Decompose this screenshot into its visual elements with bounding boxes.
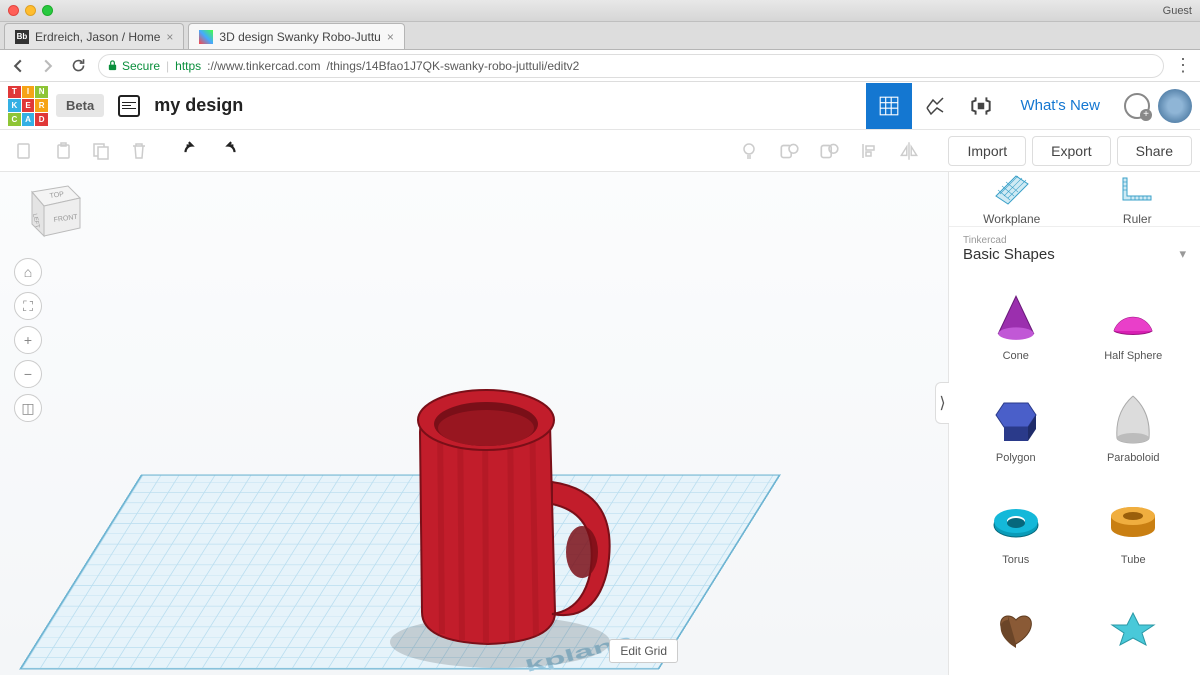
- align-button[interactable]: [852, 134, 886, 168]
- shape-label: Half Sphere: [1104, 350, 1162, 362]
- window-zoom-button[interactable]: [42, 5, 53, 16]
- shape-label: Paraboloid: [1107, 452, 1160, 464]
- duplicate-button[interactable]: [84, 134, 118, 168]
- shape-polygon[interactable]: Polygon: [959, 379, 1073, 477]
- profile-icon[interactable]: [1124, 93, 1150, 119]
- back-button[interactable]: [8, 56, 28, 76]
- app-header: TIN KER CAD Beta my design What's New: [0, 82, 1200, 130]
- redo-button[interactable]: [212, 134, 246, 168]
- 3d-editor-mode-button[interactable]: [866, 83, 912, 129]
- url-path: /things/14Bfao1J7QK-swanky-robo-juttuli/…: [327, 59, 580, 73]
- browser-menu-icon[interactable]: ⋮: [1174, 55, 1192, 76]
- workplane-tool-label: Workplane: [983, 212, 1040, 226]
- shape-tube[interactable]: Tube: [1077, 481, 1191, 579]
- shape-label: Cone: [1003, 350, 1029, 362]
- shape-cone[interactable]: Cone: [959, 277, 1073, 375]
- shape-category-selector[interactable]: Tinkercad Basic Shapes ▾: [949, 226, 1200, 271]
- export-button[interactable]: Export: [1032, 136, 1110, 166]
- browser-tab[interactable]: Bb Erdreich, Jason / Home ×: [4, 23, 184, 49]
- main-area: TOP LEFT FRONT ⌂ ⛶ + − ◫ kplane: [0, 172, 1200, 675]
- shape-label: Polygon: [996, 452, 1036, 464]
- browser-tabstrip: Bb Erdreich, Jason / Home × 3D design Sw…: [0, 22, 1200, 50]
- panel-collapse-handle[interactable]: ⟩: [935, 382, 949, 424]
- workplane-tool[interactable]: Workplane: [949, 172, 1075, 226]
- hint-bulb-icon[interactable]: [732, 134, 766, 168]
- zoom-in-button[interactable]: +: [14, 326, 42, 354]
- chevron-down-icon: ▾: [1179, 246, 1186, 262]
- favicon-tinkercad-icon: [199, 30, 213, 44]
- design-name[interactable]: my design: [154, 95, 243, 116]
- view-controls: ⌂ ⛶ + − ◫: [14, 258, 42, 422]
- import-button[interactable]: Import: [948, 136, 1026, 166]
- secure-lock-icon: Secure: [107, 59, 160, 73]
- 3d-canvas[interactable]: TOP LEFT FRONT ⌂ ⛶ + − ◫ kplane: [0, 172, 948, 675]
- reload-button[interactable]: [68, 56, 88, 76]
- shape-label: Torus: [1002, 554, 1029, 566]
- browser-navbar: Secure | https://www.tinkercad.com/thing…: [0, 50, 1200, 82]
- view-cube[interactable]: TOP LEFT FRONT: [14, 180, 84, 240]
- favicon-bb-icon: Bb: [15, 30, 29, 44]
- shape-paraboloid[interactable]: Paraboloid: [1077, 379, 1191, 477]
- ortho-toggle-button[interactable]: ◫: [14, 394, 42, 422]
- edit-toolbar: Import Export Share: [0, 130, 1200, 172]
- os-user-label: Guest: [1163, 5, 1192, 17]
- window-minimize-button[interactable]: [25, 5, 36, 16]
- undo-button[interactable]: [174, 134, 208, 168]
- code-mode-button[interactable]: [958, 83, 1004, 129]
- zoom-out-button[interactable]: −: [14, 360, 42, 388]
- os-titlebar: Guest: [0, 0, 1200, 22]
- mirror-button[interactable]: [892, 134, 926, 168]
- shape-category-label: Basic Shapes: [963, 246, 1055, 263]
- shape-label: Tube: [1121, 554, 1146, 566]
- url-bar[interactable]: Secure | https://www.tinkercad.com/thing…: [98, 54, 1164, 78]
- panel-brand: Tinkercad: [963, 235, 1186, 246]
- tab-close-icon[interactable]: ×: [387, 30, 394, 44]
- whats-new-link[interactable]: What's New: [1004, 97, 1116, 114]
- window-close-button[interactable]: [8, 5, 19, 16]
- shape-torus[interactable]: Torus: [959, 481, 1073, 579]
- delete-button[interactable]: [122, 134, 156, 168]
- model-mug[interactable]: [360, 342, 640, 672]
- user-avatar[interactable]: [1158, 89, 1192, 123]
- tinkercad-logo-icon[interactable]: TIN KER CAD: [8, 86, 48, 126]
- paste-button[interactable]: [46, 134, 80, 168]
- url-host: ://www.tinkercad.com: [207, 59, 320, 73]
- ungroup-button[interactable]: [812, 134, 846, 168]
- copy-button[interactable]: [8, 134, 42, 168]
- shapes-panel: ⟩ Workplane Ruler Tinkercad Basic Shapes…: [948, 172, 1200, 675]
- ruler-tool-label: Ruler: [1123, 212, 1152, 226]
- tab-label: Erdreich, Jason / Home: [35, 30, 160, 44]
- secure-label: Secure: [122, 59, 160, 73]
- url-scheme: https: [175, 59, 201, 73]
- beta-badge: Beta: [56, 94, 104, 117]
- shape-star[interactable]: [1077, 583, 1191, 681]
- shape-heart[interactable]: [959, 583, 1073, 681]
- shape-grid: Cone Half Sphere Polygon Paraboloid Toru…: [949, 271, 1200, 687]
- home-view-button[interactable]: ⌂: [14, 258, 42, 286]
- blocks-mode-button[interactable]: [912, 83, 958, 129]
- group-button[interactable]: [772, 134, 806, 168]
- forward-button[interactable]: [38, 56, 58, 76]
- shape-half-sphere[interactable]: Half Sphere: [1077, 277, 1191, 375]
- design-properties-icon[interactable]: [118, 95, 140, 117]
- edit-grid-button[interactable]: Edit Grid: [609, 639, 678, 663]
- tab-label: 3D design Swanky Robo-Juttu: [219, 30, 380, 44]
- browser-tab-active[interactable]: 3D design Swanky Robo-Juttu ×: [188, 23, 404, 49]
- ruler-tool[interactable]: Ruler: [1075, 172, 1200, 226]
- share-button[interactable]: Share: [1117, 136, 1192, 166]
- tab-close-icon[interactable]: ×: [166, 30, 173, 44]
- fit-view-button[interactable]: ⛶: [14, 292, 42, 320]
